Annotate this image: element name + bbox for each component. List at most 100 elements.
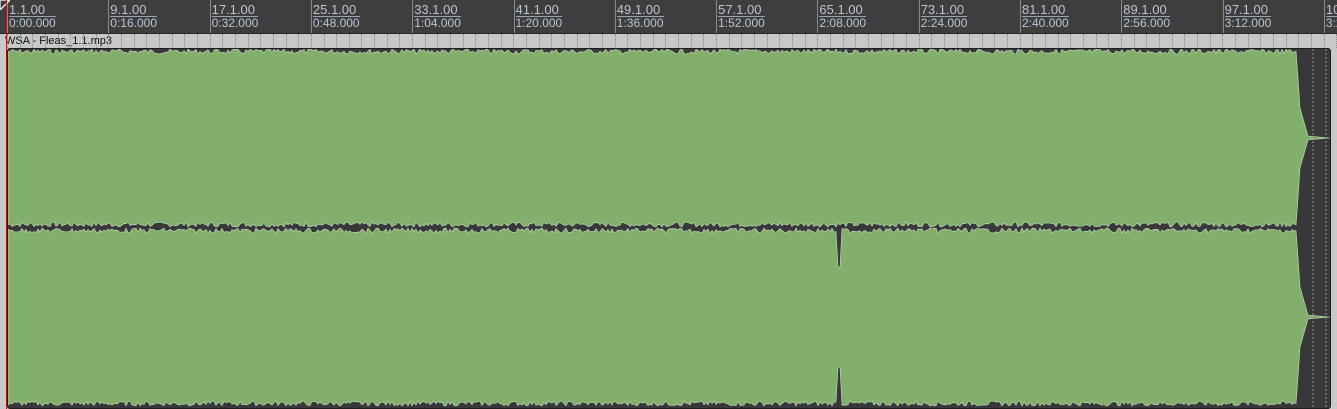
grid-line bbox=[994, 34, 996, 48]
ruler-bar-label: 89.1.00 bbox=[1123, 3, 1171, 17]
grid-line bbox=[1133, 34, 1135, 48]
grid-line bbox=[589, 34, 591, 48]
ruler-time-label: 3:12.000 bbox=[1224, 16, 1272, 30]
grid-line bbox=[1095, 34, 1097, 48]
grid-line bbox=[171, 34, 173, 48]
ruler-time-label: 1:04.000 bbox=[414, 16, 461, 30]
grid-line bbox=[1310, 34, 1312, 48]
ruler-bar-label: 49.1.00 bbox=[616, 3, 664, 17]
grid-line bbox=[146, 34, 148, 48]
ruler-corner-icon bbox=[0, 0, 10, 10]
grid-line bbox=[95, 34, 97, 48]
grid-line bbox=[551, 34, 553, 48]
grid-line bbox=[652, 34, 654, 48]
timeline-ruler[interactable]: 1.1.00 0:00.000 9.1.00 0:16.000 17.1.00 0:32.… bbox=[0, 0, 1337, 34]
edit-cursor[interactable] bbox=[6, 0, 7, 409]
grid-line bbox=[44, 34, 46, 48]
grid-line bbox=[753, 34, 755, 48]
ruler-bar-label: 33.1.00 bbox=[414, 3, 461, 17]
grid-line bbox=[488, 34, 490, 48]
grid-line bbox=[905, 34, 907, 48]
grid-line bbox=[196, 34, 198, 48]
grid-line bbox=[108, 34, 110, 48]
grid-line bbox=[956, 34, 958, 48]
ruler-bar-label: 57.1.00 bbox=[718, 3, 765, 17]
grid-line bbox=[627, 34, 629, 48]
grid-line bbox=[1045, 34, 1047, 48]
channel-2-waveform bbox=[8, 227, 1330, 407]
grid-line bbox=[931, 34, 933, 48]
grid-line bbox=[1209, 34, 1211, 48]
grid-line bbox=[348, 34, 350, 48]
grid-line bbox=[728, 34, 730, 48]
grid-line bbox=[804, 34, 806, 48]
grid-line bbox=[1019, 34, 1021, 48]
grid-line bbox=[184, 34, 186, 48]
ruler-bar-label: 9.1.00 bbox=[110, 3, 158, 17]
grid-line bbox=[133, 34, 135, 48]
grid-line bbox=[209, 34, 211, 48]
grid-line bbox=[1197, 34, 1199, 48]
grid-line bbox=[82, 34, 84, 48]
grid-line bbox=[336, 34, 338, 48]
ruler-bar-label: 105.1.00 bbox=[1325, 3, 1337, 17]
grid-line bbox=[918, 34, 920, 48]
grid-line bbox=[374, 34, 376, 48]
ruler-bar-label: 65.1.00 bbox=[819, 3, 867, 17]
grid-line bbox=[1222, 34, 1224, 48]
grid-line bbox=[665, 34, 667, 48]
grid-line bbox=[1007, 34, 1009, 48]
grid-line bbox=[1184, 34, 1186, 48]
ruler-mark: 17.1.00 0:32.000 bbox=[209, 0, 259, 33]
grid-line bbox=[361, 34, 363, 48]
grid-line bbox=[462, 34, 464, 48]
grid-line bbox=[943, 34, 945, 48]
ruler-time-label: 2:56.000 bbox=[1123, 16, 1171, 30]
grid-line bbox=[19, 34, 21, 48]
grid-line bbox=[640, 34, 641, 48]
grid-line bbox=[247, 34, 249, 48]
waveform bbox=[8, 49, 1330, 408]
grid-line bbox=[57, 34, 59, 48]
ruler-time-label: 2:24.000 bbox=[920, 16, 968, 30]
grid-line bbox=[437, 34, 439, 48]
ruler-mark: 49.1.00 1:36.000 bbox=[614, 0, 664, 33]
grid-line bbox=[272, 34, 274, 48]
grid-line bbox=[412, 34, 414, 48]
ruler-time-label: 1:52.000 bbox=[718, 16, 765, 30]
grid-line bbox=[310, 34, 312, 48]
grid-line bbox=[526, 34, 528, 48]
grid-line bbox=[298, 34, 300, 48]
grid-line bbox=[1298, 34, 1300, 48]
ruler-mark: 57.1.00 1:52.000 bbox=[716, 0, 765, 33]
grid-line bbox=[1235, 34, 1237, 48]
ruler-mark: 73.1.00 2:24.000 bbox=[918, 0, 968, 33]
ruler-time-label: 0:16.000 bbox=[110, 16, 158, 30]
grid-line bbox=[386, 34, 388, 48]
grid-line bbox=[703, 34, 705, 48]
grid-line bbox=[829, 34, 831, 48]
grid-line bbox=[1057, 34, 1059, 48]
grid-line bbox=[1260, 34, 1262, 48]
grid-line bbox=[576, 34, 578, 48]
grid-line bbox=[981, 34, 983, 48]
ruler-mark: 9.1.00 0:16.000 bbox=[108, 0, 158, 33]
grid-line bbox=[399, 34, 401, 48]
grid-line bbox=[614, 34, 616, 48]
audio-item[interactable] bbox=[7, 48, 1331, 409]
grid-line bbox=[677, 34, 679, 48]
grid-line bbox=[1285, 34, 1287, 48]
ruler-mark: 89.1.00 2:56.000 bbox=[1121, 0, 1171, 33]
ruler-mark: 105.1.003:28.000 bbox=[1323, 0, 1337, 33]
grid-line bbox=[285, 34, 287, 48]
ruler-bar-label: 81.1.00 bbox=[1022, 3, 1069, 17]
ruler-time-label: 0:00.000 bbox=[9, 16, 56, 30]
grid-line bbox=[867, 34, 869, 48]
grid-line bbox=[690, 34, 692, 48]
grid-line bbox=[880, 34, 882, 48]
grid-line bbox=[1247, 34, 1249, 48]
grid-line bbox=[1171, 34, 1173, 48]
grid-line bbox=[766, 34, 768, 48]
grid-line bbox=[1083, 34, 1085, 48]
ruler-time-label: 1:20.000 bbox=[515, 16, 563, 30]
